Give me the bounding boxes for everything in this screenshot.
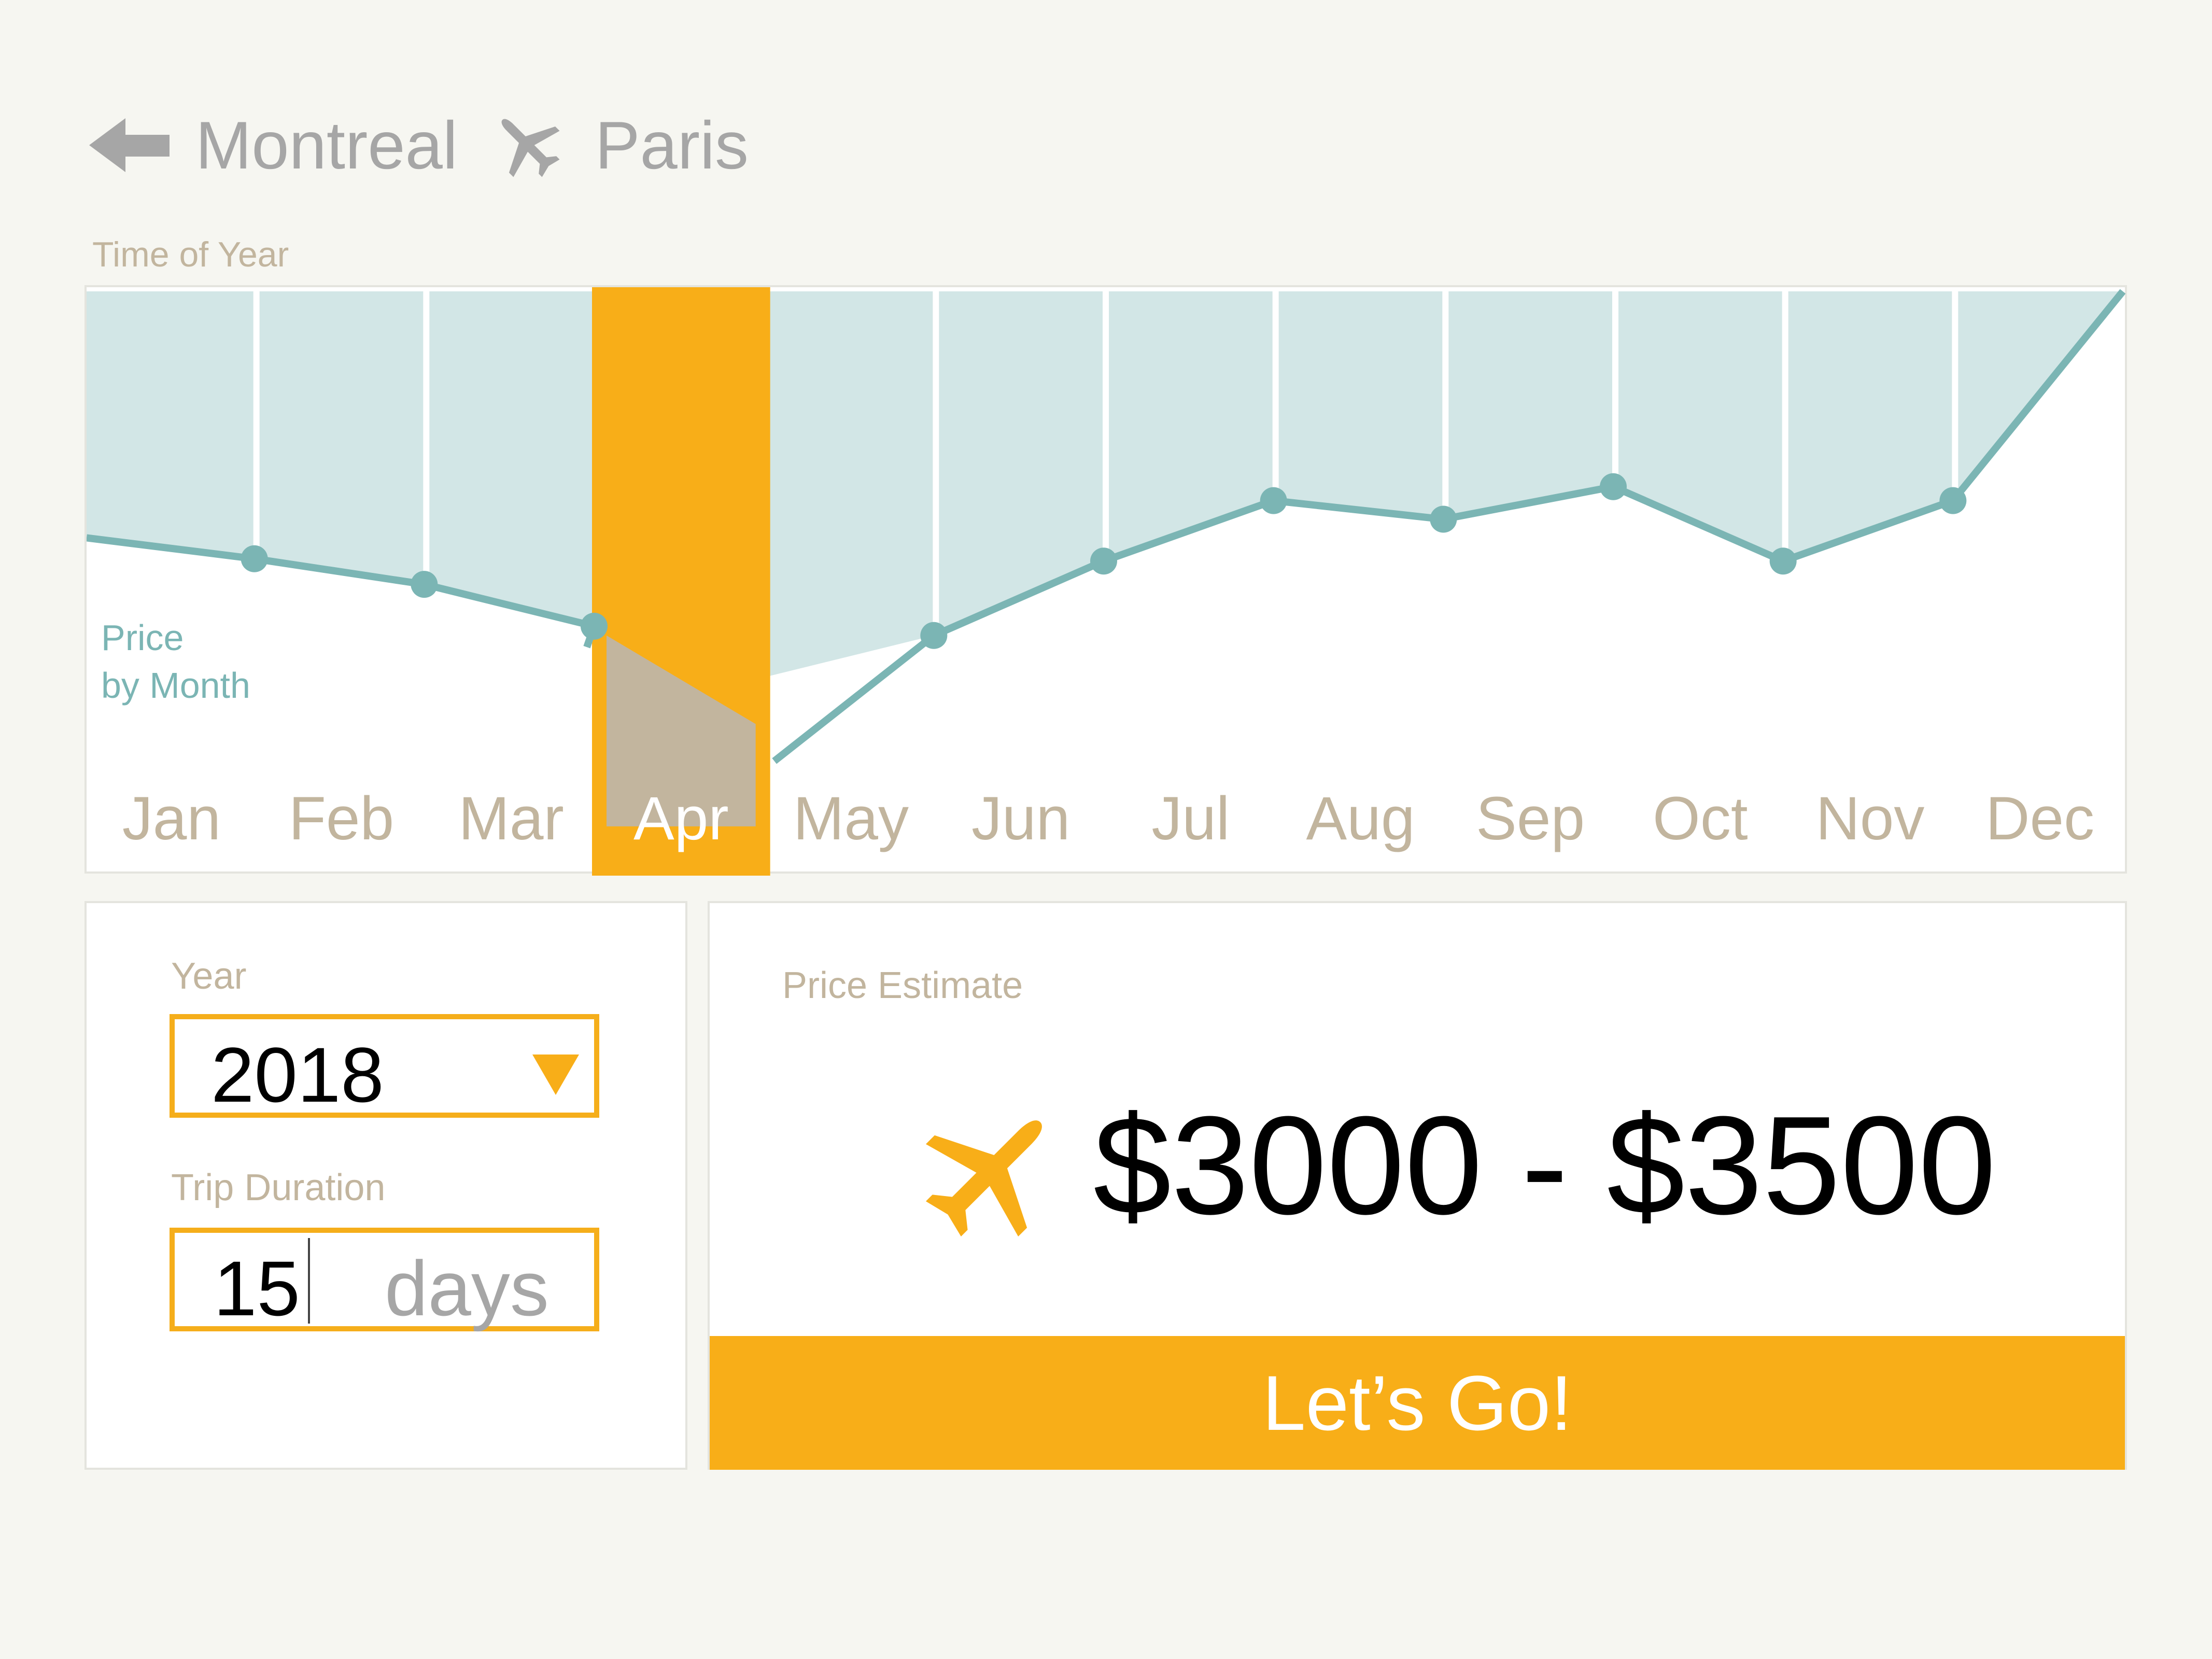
year-label: Year [171, 955, 247, 997]
month-label-nov[interactable]: Nov [1816, 784, 1925, 853]
lets-go-button[interactable]: Let’s Go! [710, 1336, 2125, 1470]
destination-city: Paris [595, 107, 749, 183]
data-point-aug [1430, 505, 1457, 533]
month-label-aug[interactable]: Aug [1306, 784, 1415, 853]
data-point-feb [411, 571, 438, 598]
year-value: 2018 [211, 1031, 384, 1118]
month-label-sep[interactable]: Sep [1476, 784, 1585, 853]
origin-city: Montreal [195, 107, 458, 183]
month-label-oct[interactable]: Oct [1653, 784, 1748, 853]
data-point-sep [1600, 473, 1627, 500]
month-label-may[interactable]: May [793, 784, 909, 853]
data-point-nov [1939, 487, 1967, 514]
price-estimate-panel: Price Estimate $3000 - $3500 Let’s Go! [708, 901, 2127, 1470]
airplane-icon [501, 119, 560, 177]
back-arrow-icon[interactable] [89, 114, 172, 176]
trip-duration-input[interactable]: 15 days [170, 1228, 599, 1331]
data-point-jun [1090, 547, 1117, 575]
month-label-jul[interactable]: Jul [1151, 784, 1230, 853]
route-header: Montreal Paris [89, 104, 749, 187]
month-label-mar[interactable]: Mar [459, 784, 564, 853]
data-point-oct [1769, 547, 1797, 575]
triangle-down-icon[interactable] [532, 1055, 579, 1096]
data-point-jul [1260, 487, 1287, 514]
month-label-apr[interactable]: Apr [633, 784, 729, 853]
airplane-icon [925, 1120, 1042, 1237]
data-point-may [920, 622, 948, 649]
month-label-feb[interactable]: Feb [289, 784, 394, 853]
trip-duration-value: 15 [214, 1245, 300, 1332]
lets-go-label: Let’s Go! [1262, 1359, 1572, 1446]
text-caret [308, 1238, 310, 1324]
trip-options-panel: Year 2018 Trip Duration 15 days [84, 901, 687, 1470]
month-label-jan[interactable]: Jan [122, 784, 221, 853]
chart-legend-label: Price [101, 617, 184, 658]
price-chart-panel: Price by Month Jan Feb Mar Apr May Jun Jul Aug Sep… [84, 285, 2127, 876]
price-estimate-label: Price Estimate [782, 965, 1023, 1006]
price-estimate-value: $3000 - $3500 [1093, 1088, 1996, 1244]
data-point-mar [581, 612, 608, 640]
chart-section-label: Time of Year [92, 235, 289, 274]
price-chart: Price by Month Jan Feb Mar Apr May Jun Jul Aug Sep… [87, 287, 2126, 876]
trip-duration-unit: days [385, 1245, 549, 1332]
data-point-jan [241, 545, 268, 572]
month-label-jun[interactable]: Jun [971, 784, 1070, 853]
year-select[interactable]: 2018 [170, 1014, 599, 1118]
chart-legend-label: by Month [101, 665, 250, 706]
trip-duration-label: Trip Duration [171, 1167, 386, 1208]
month-label-dec[interactable]: Dec [1985, 784, 2094, 853]
